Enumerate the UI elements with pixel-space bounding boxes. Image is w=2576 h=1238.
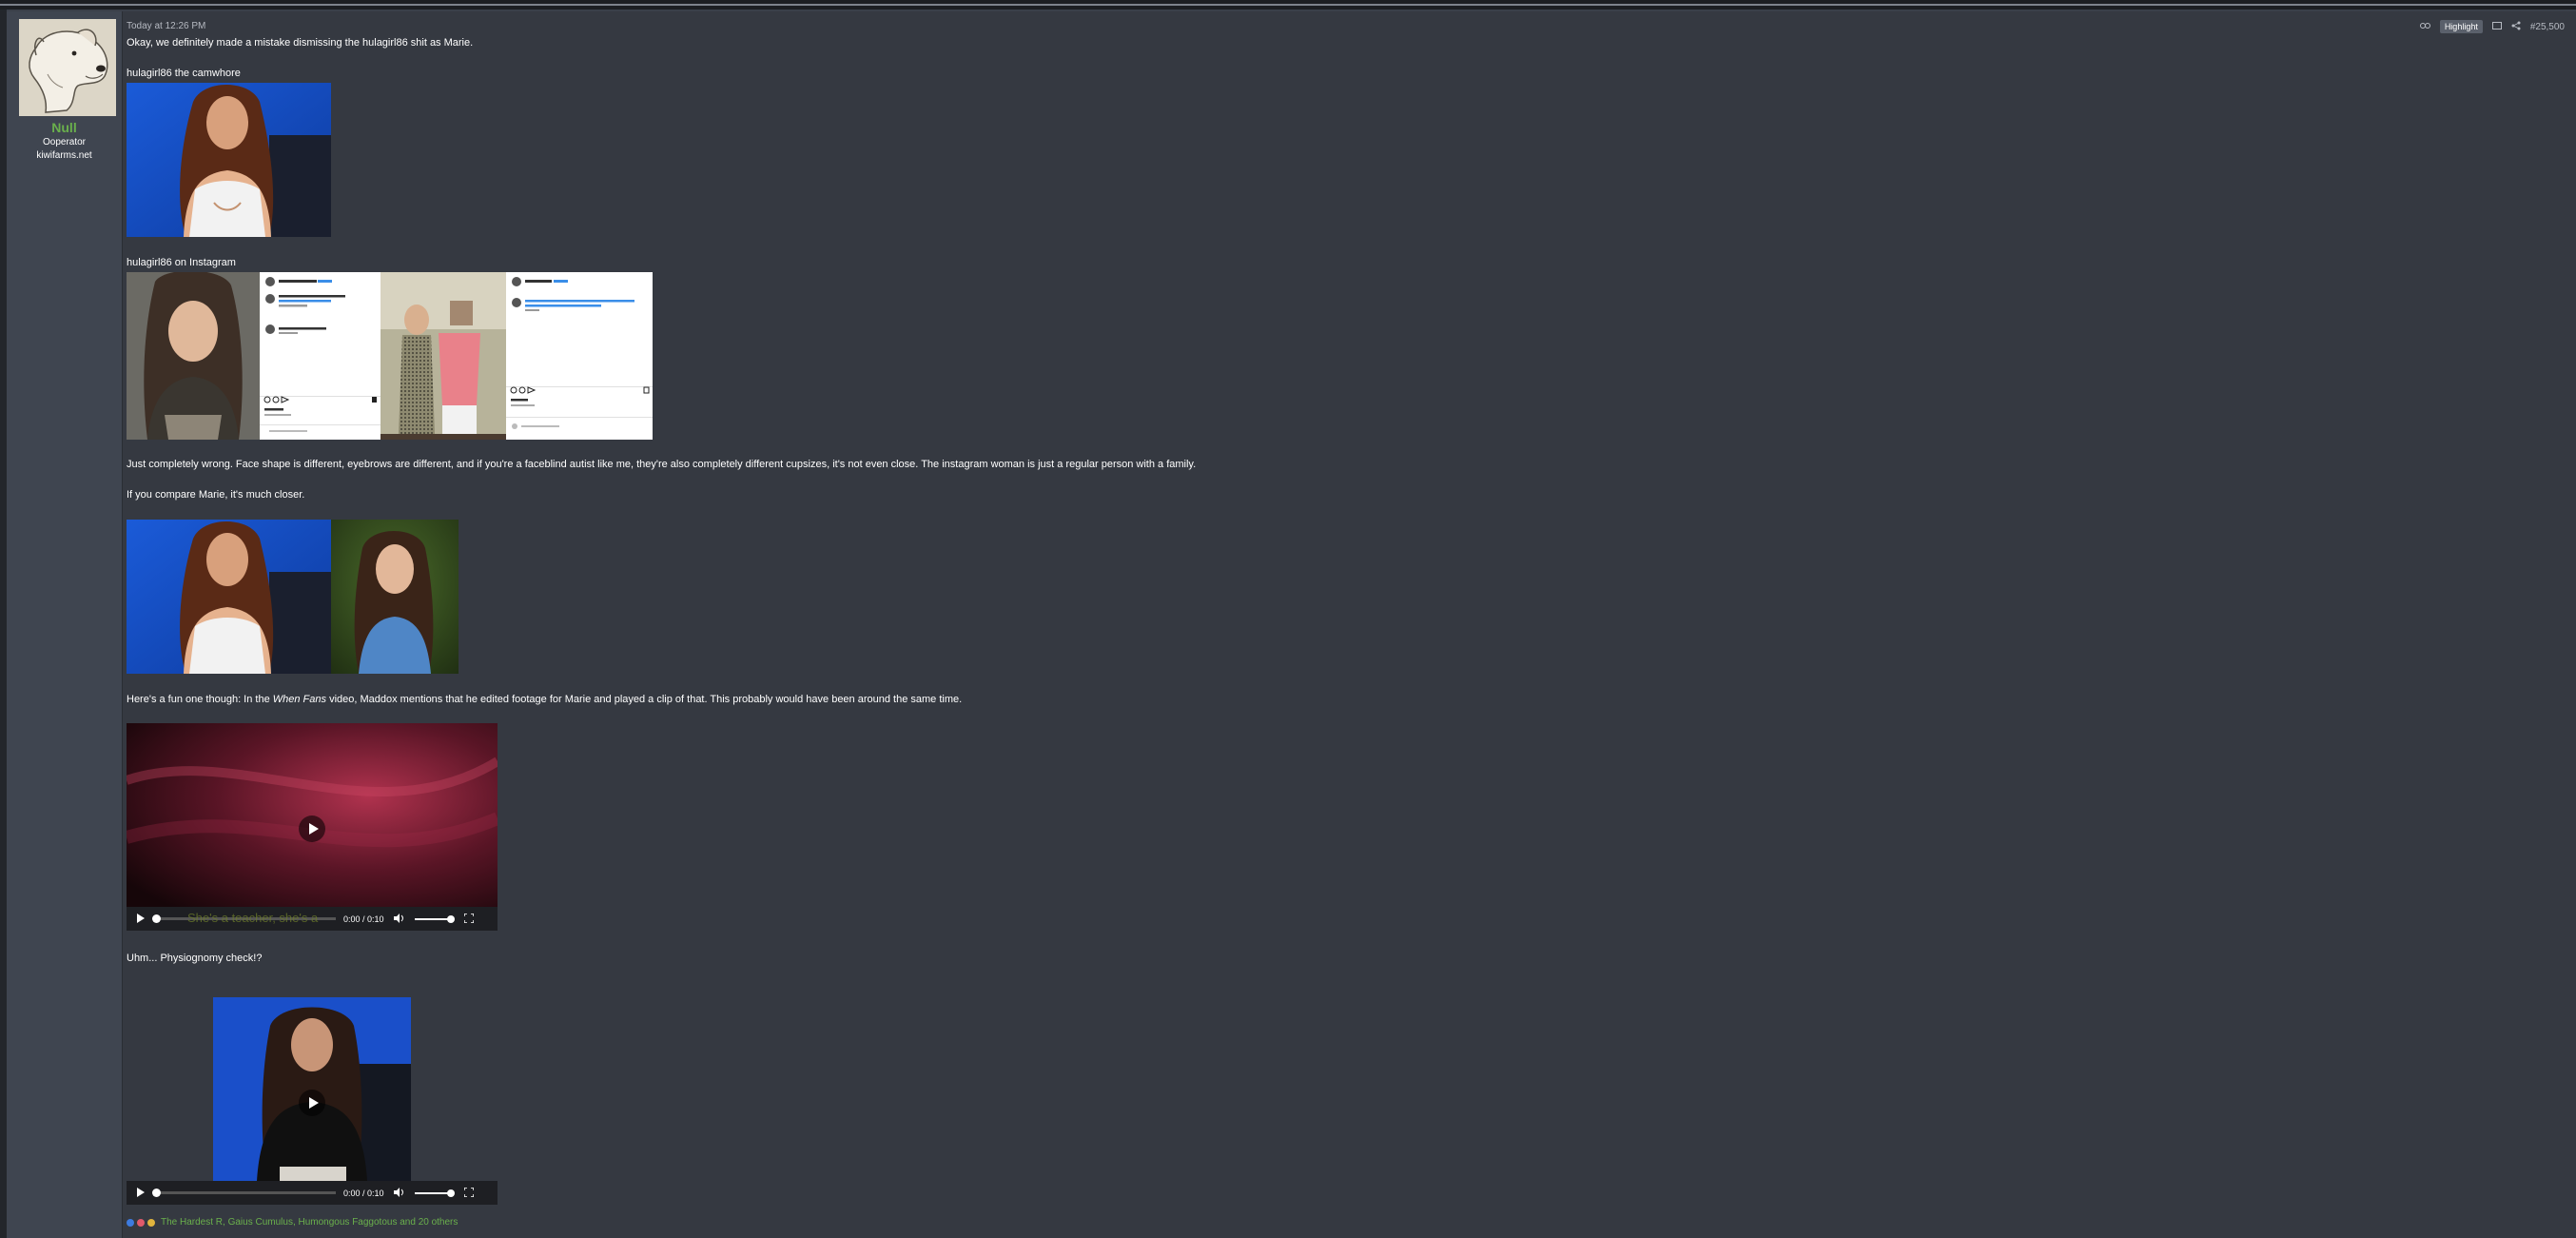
reaction-heart-icon (137, 1218, 145, 1227)
play-icon[interactable] (299, 1090, 325, 1116)
instagram-collage-image[interactable] (127, 272, 653, 440)
avatar[interactable] (19, 19, 116, 116)
video-controls-2: 0:00 / 0:10 (127, 1181, 498, 1205)
video-controls-1: She's a teacher, she's a 0:00 / 0:10 (127, 907, 498, 931)
post-actions: Highlight #25,500 (2419, 20, 2565, 33)
volume-icon[interactable] (393, 1187, 405, 1199)
post-number[interactable]: #25,500 (2530, 22, 2565, 32)
camwhore-image[interactable] (127, 83, 331, 237)
post-paragraph-2: hulagirl86 the camwhore (127, 68, 241, 79)
post-date[interactable]: Today at 12:26 PM (127, 21, 205, 31)
reaction-info-icon (127, 1218, 134, 1227)
user-column (7, 11, 123, 1238)
fullscreen-icon[interactable] (462, 1186, 475, 1199)
bookmark-icon[interactable] (2491, 21, 2502, 32)
play-icon[interactable] (136, 913, 146, 925)
post-paragraph-3: hulagirl86 on Instagram (127, 257, 236, 268)
play-icon[interactable] (299, 816, 325, 842)
play-icon[interactable] (136, 1187, 146, 1199)
post-paragraph-6: Here's a fun one though: In the When Fan… (127, 694, 962, 705)
post-paragraph-1: Okay, we definitely made a mistake dismi… (127, 37, 474, 49)
user-title: Ooperator (42, 137, 87, 147)
link-icon[interactable] (2419, 22, 2430, 32)
p6-part-a: Here's a fun one though: In the (127, 694, 273, 705)
p6-part-b: video, Maddox mentions that he edited fo… (326, 694, 963, 705)
username[interactable]: Null (7, 120, 122, 135)
avatar-dog-image (19, 19, 116, 116)
p6-emphasis: When Fans (272, 694, 327, 705)
highlight-button[interactable]: Highlight (2439, 20, 2483, 33)
volume-slider[interactable] (414, 914, 455, 923)
volume-icon[interactable] (393, 913, 405, 925)
comparison-image[interactable] (127, 520, 459, 674)
post-paragraph-5: If you compare Marie, it's much closer. (127, 489, 305, 501)
time-display: 0:00 / 0:10 (343, 1188, 384, 1198)
browser-top-bar (0, 0, 2576, 10)
share-icon[interactable] (2511, 21, 2521, 33)
reaction-emoji-icon (147, 1218, 155, 1227)
fullscreen-icon[interactable] (462, 912, 475, 925)
progress-slider[interactable] (152, 1189, 336, 1197)
reactions-bar[interactable]: The Hardest R, Gaius Cumulus, Humongous … (127, 1217, 458, 1228)
video-caption: She's a teacher, she's a (187, 911, 319, 925)
post-paragraph-4: Just completely wrong. Face shape is dif… (127, 459, 1197, 470)
reactions-text[interactable]: The Hardest R, Gaius Cumulus, Humongous … (161, 1217, 458, 1228)
user-site: kiwifarms.net (36, 150, 92, 161)
time-display: 0:00 / 0:10 (343, 914, 384, 924)
volume-slider[interactable] (414, 1189, 455, 1197)
left-gutter (0, 10, 7, 1238)
post-paragraph-7: Uhm... Physiognomy check!? (127, 953, 263, 964)
